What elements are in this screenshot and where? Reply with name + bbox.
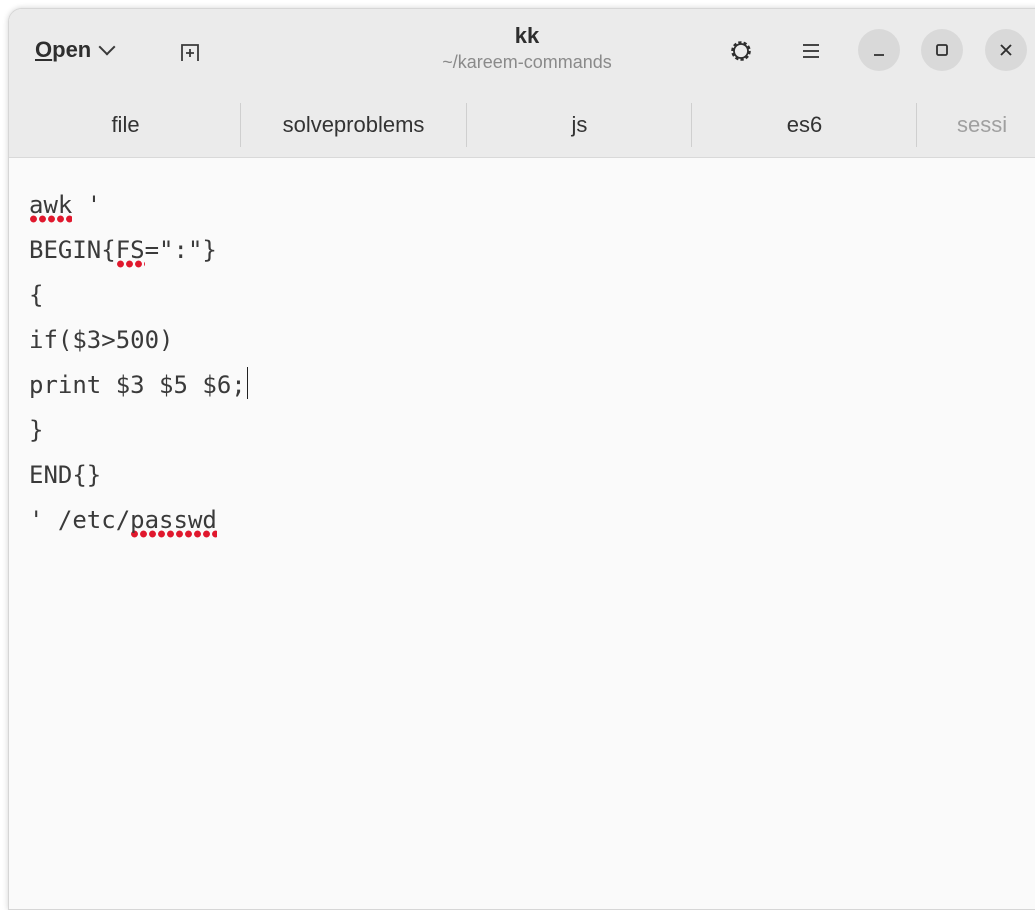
code-line: awk ' — [29, 183, 248, 228]
code-line: { — [29, 281, 44, 309]
tab-js[interactable]: js — [467, 93, 692, 157]
tab-file[interactable]: file — [13, 93, 238, 157]
minimize-icon — [874, 54, 884, 56]
window-title-area: kk ~/kareem-commands — [329, 23, 725, 75]
text-editor-area[interactable]: awk ' BEGIN{FS=":"} { if($3>500) print $3 $5… — [9, 159, 1035, 909]
code-line: BEGIN{FS=":"} — [29, 228, 248, 273]
tab-label: js — [571, 112, 588, 137]
file-path-subtitle: ~/kareem-commands — [442, 52, 612, 72]
header-bar: Open kk ~/kareem-commands — [9, 9, 1035, 93]
code-line: } — [29, 416, 44, 444]
minimize-button[interactable] — [858, 29, 900, 71]
code-line: if($3>500) — [29, 326, 174, 354]
document-settings-button[interactable] — [721, 31, 761, 71]
misspelled-word: passwd — [130, 506, 217, 538]
tab-bar: file solveproblems js es6 sessi — [9, 93, 1035, 158]
maximize-icon — [936, 44, 948, 56]
close-icon — [1000, 44, 1012, 56]
new-tab-button[interactable] — [173, 35, 207, 69]
tab-sessi[interactable]: sessi — [917, 93, 1035, 157]
tab-label: solveproblems — [282, 112, 425, 137]
chevron-down-icon — [98, 38, 116, 56]
window-title: kk — [514, 23, 540, 48]
text-editor-window: Open kk ~/kareem-commands file solveprob… — [8, 8, 1035, 910]
close-button[interactable] — [985, 29, 1027, 71]
tab-label: sessi — [957, 112, 1008, 137]
misspelled-word: FS — [115, 236, 145, 268]
new-tab-icon — [181, 44, 199, 61]
hamburger-menu-icon — [803, 44, 819, 58]
gear-icon — [731, 41, 751, 61]
tab-es6[interactable]: es6 — [692, 93, 917, 157]
main-menu-button[interactable] — [791, 31, 831, 71]
code-line: print $3 $5 $6; — [29, 363, 249, 408]
tab-label: file — [111, 112, 140, 137]
code-line: END{} — [29, 461, 102, 489]
tab-solveproblems[interactable]: solveproblems — [241, 93, 466, 157]
maximize-button[interactable] — [921, 29, 963, 71]
misspelled-word: awk — [29, 191, 73, 223]
open-button-label: Open — [35, 37, 92, 62]
code-line: ' /etc/passwd — [29, 498, 248, 543]
code-content: awk ' BEGIN{FS=":"} { if($3>500) print $3 $5… — [29, 183, 249, 543]
open-button[interactable]: Open — [27, 33, 121, 67]
tab-label: es6 — [786, 112, 823, 137]
text-caret — [246, 367, 249, 399]
